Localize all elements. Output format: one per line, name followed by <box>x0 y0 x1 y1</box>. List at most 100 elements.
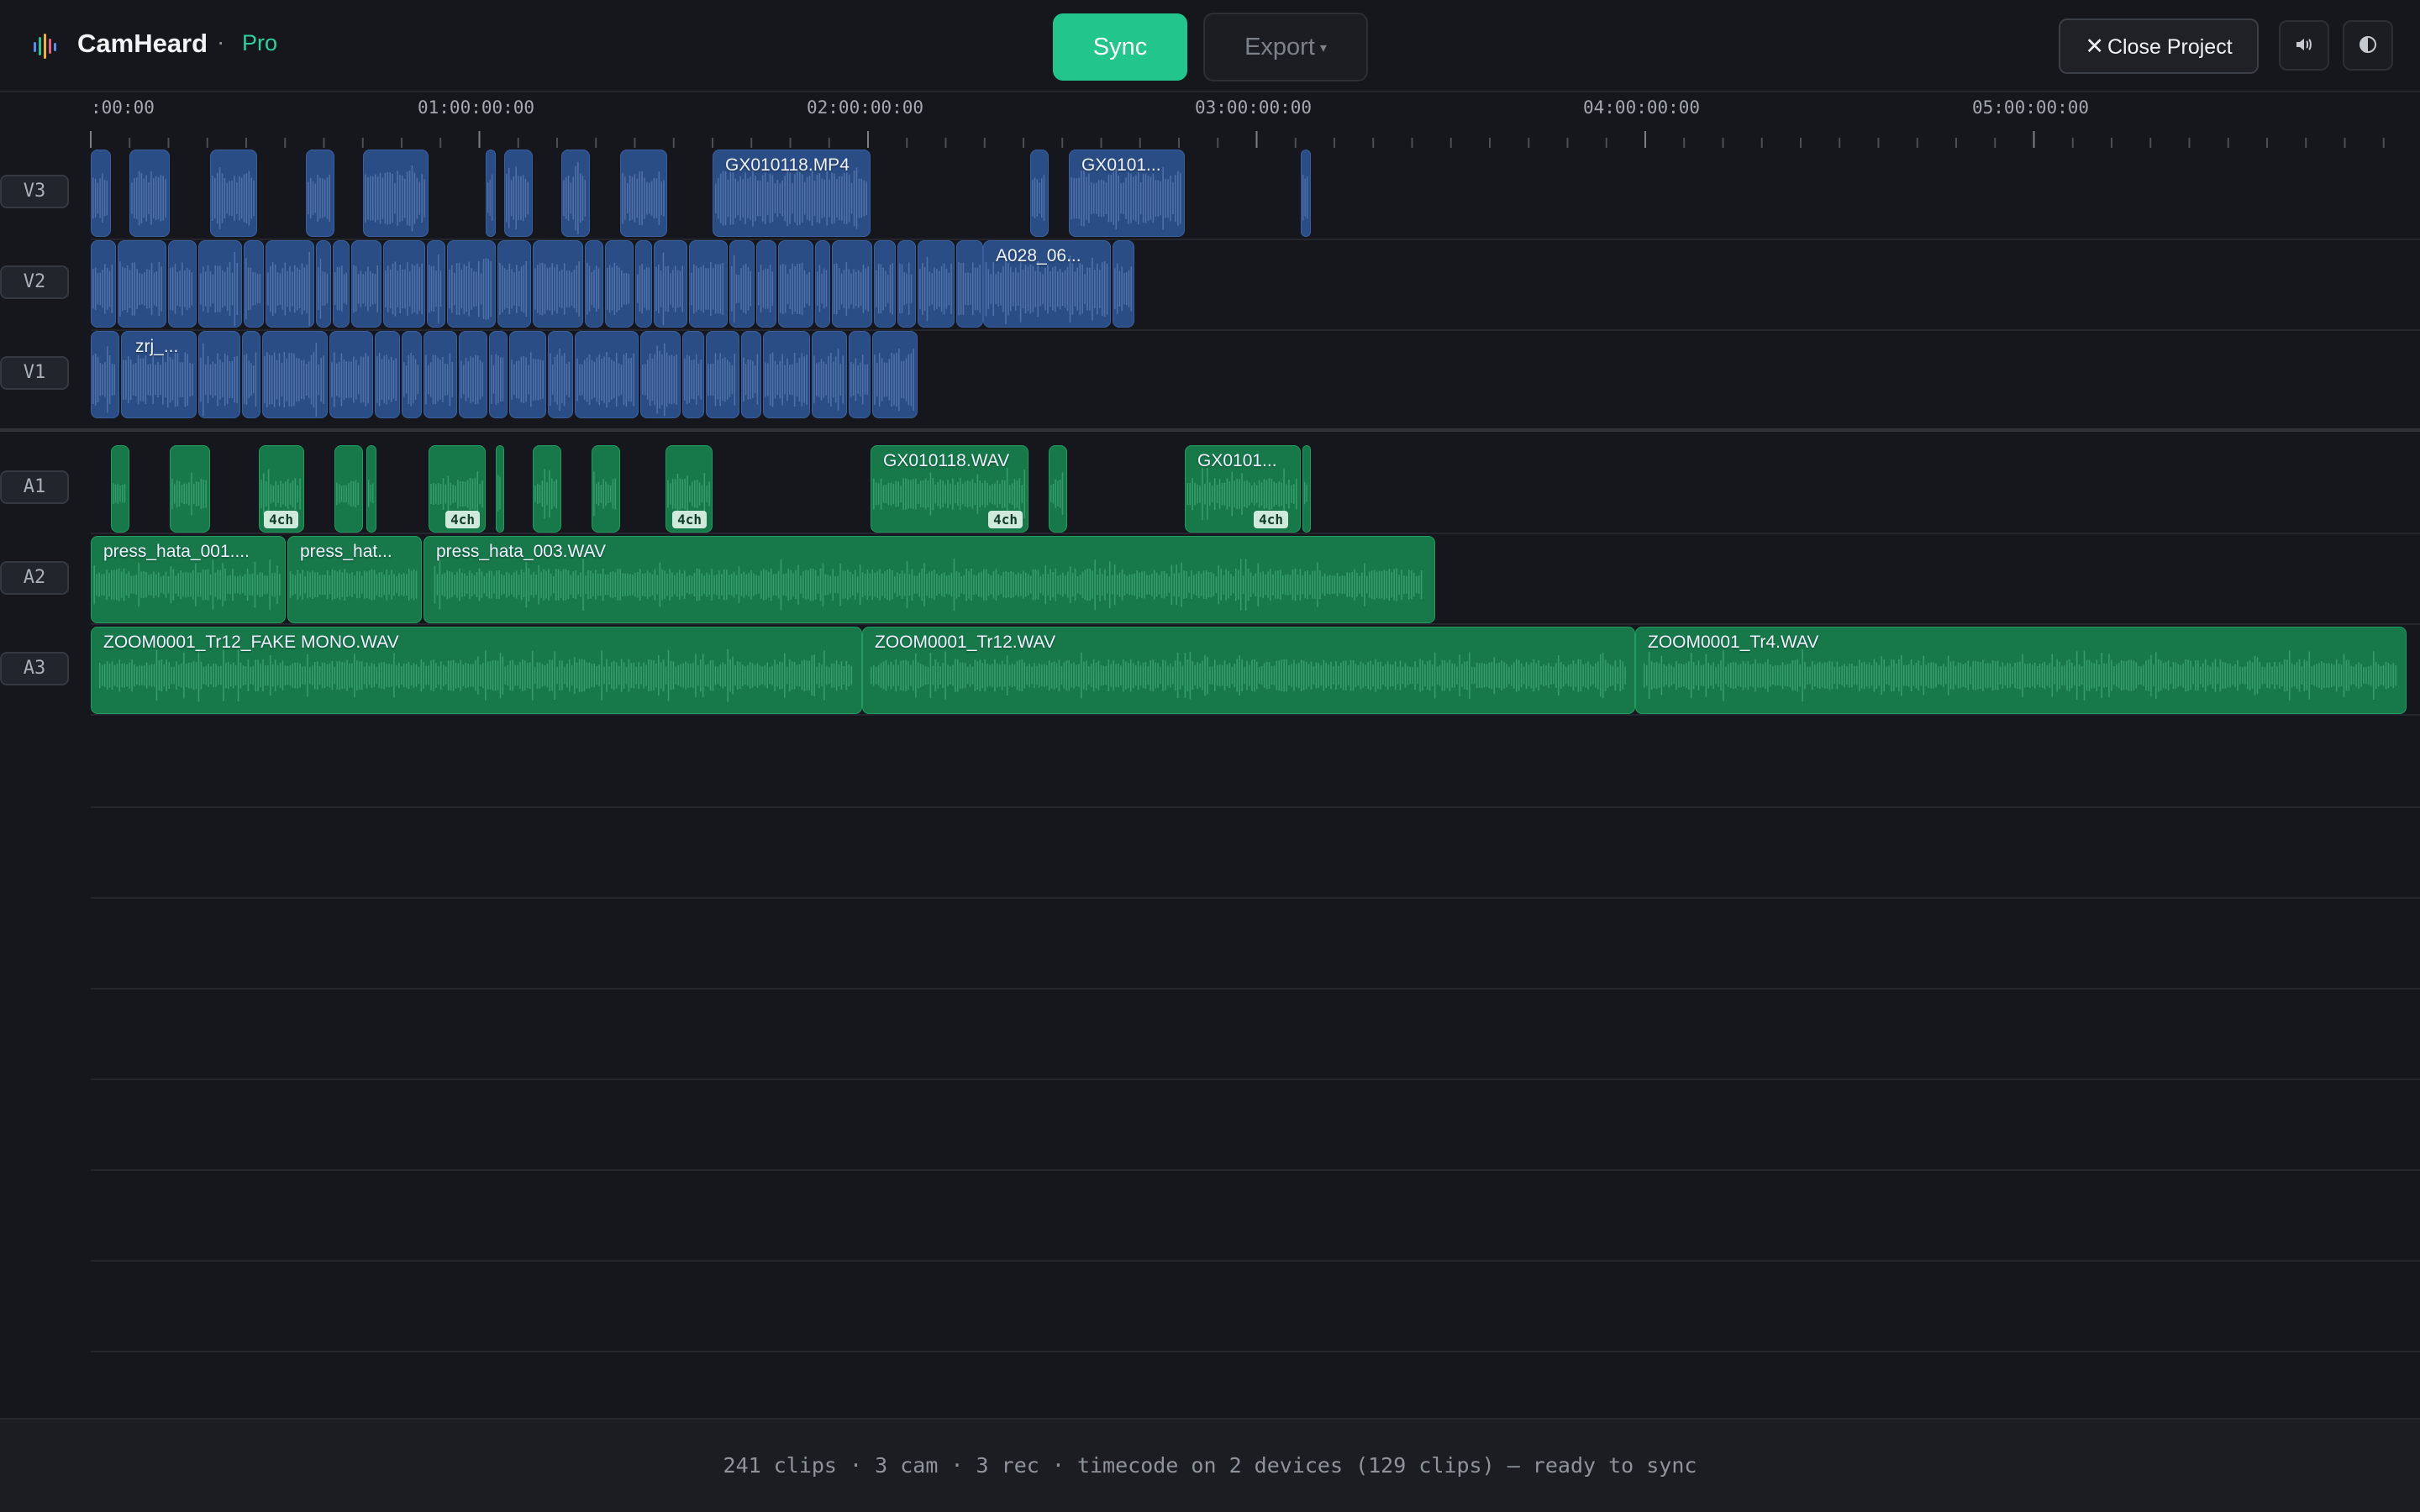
video-clip[interactable] <box>509 331 546 418</box>
audio-clip[interactable]: 4ch <box>429 445 486 533</box>
audio-clip[interactable]: press_hata_003.WAV <box>424 536 1435 623</box>
video-clip[interactable] <box>874 240 896 328</box>
video-clip[interactable] <box>561 150 590 237</box>
audio-clip[interactable] <box>170 445 210 533</box>
video-clip[interactable] <box>1301 150 1311 237</box>
track-label-v1[interactable]: V1 <box>0 356 69 390</box>
video-clip[interactable] <box>654 240 687 328</box>
sync-button[interactable]: Sync <box>1053 13 1187 81</box>
video-clip[interactable] <box>756 240 776 328</box>
audio-clip[interactable]: press_hata_001.... <box>91 536 286 623</box>
video-clip[interactable] <box>872 331 918 418</box>
audio-clip[interactable] <box>366 445 376 533</box>
audio-clip[interactable] <box>533 445 561 533</box>
video-clip[interactable] <box>198 240 242 328</box>
video-clip[interactable] <box>533 240 583 328</box>
audio-clip[interactable]: 4ch <box>259 445 304 533</box>
video-clip[interactable]: GX0101... <box>1069 150 1185 237</box>
audio-clip[interactable]: ZOOM0001_Tr12.WAV <box>862 627 1635 714</box>
video-clip[interactable] <box>118 240 166 328</box>
audio-clip[interactable] <box>111 445 129 533</box>
video-clip[interactable] <box>918 240 955 328</box>
audio-clip[interactable]: press_hat... <box>287 536 422 623</box>
video-clip[interactable] <box>168 240 197 328</box>
video-clip[interactable] <box>210 150 257 237</box>
video-clip[interactable] <box>266 240 314 328</box>
export-button[interactable]: Export ▾ <box>1203 13 1368 81</box>
video-clip[interactable]: GX010118.MP4 <box>713 150 871 237</box>
video-clip[interactable] <box>548 331 573 418</box>
video-clip[interactable] <box>306 150 334 237</box>
video-clip[interactable] <box>897 240 916 328</box>
clip-name: ZOOM0001_Tr4.WAV <box>1648 633 1819 652</box>
track-label-v3[interactable]: V3 <box>0 175 69 208</box>
audio-clip[interactable] <box>1302 445 1311 533</box>
video-clip[interactable] <box>363 150 429 237</box>
video-clip[interactable] <box>242 331 260 418</box>
video-clip[interactable] <box>605 240 634 328</box>
video-clip[interactable] <box>832 240 872 328</box>
video-clip[interactable] <box>620 150 667 237</box>
video-clip[interactable] <box>682 331 704 418</box>
video-clip[interactable] <box>486 150 496 237</box>
video-clip[interactable] <box>956 240 983 328</box>
theme-toggle-button[interactable] <box>2343 20 2393 71</box>
video-clip[interactable] <box>316 240 331 328</box>
video-clip[interactable] <box>244 240 264 328</box>
video-clip[interactable] <box>849 331 871 418</box>
audio-clip[interactable]: ZOOM0001_Tr12_FAKE MONO.WAV <box>91 627 862 714</box>
video-clip[interactable] <box>383 240 425 328</box>
video-clip[interactable] <box>706 331 739 418</box>
volume-button[interactable] <box>2279 20 2329 71</box>
close-project-button[interactable]: ✕ Close Project <box>2059 18 2259 74</box>
channel-badge: 4ch <box>1254 511 1288 528</box>
video-clip[interactable] <box>402 331 422 418</box>
video-clip[interactable] <box>585 240 603 328</box>
track-label-v2[interactable]: V2 <box>0 265 69 299</box>
video-clip[interactable] <box>778 240 813 328</box>
video-clip[interactable] <box>635 240 652 328</box>
video-clip[interactable] <box>812 331 847 418</box>
video-clip[interactable] <box>729 240 755 328</box>
audio-clip[interactable] <box>496 445 504 533</box>
video-clip[interactable]: zrj_... <box>121 331 197 418</box>
audio-clip[interactable]: 4ch <box>666 445 713 533</box>
track-label-a3[interactable]: A3 <box>0 652 69 685</box>
video-clip[interactable] <box>1030 150 1049 237</box>
video-clip[interactable] <box>91 240 116 328</box>
video-clip[interactable] <box>333 240 350 328</box>
video-clip[interactable] <box>689 240 728 328</box>
video-clip[interactable] <box>262 331 328 418</box>
track-label-a1[interactable]: A1 <box>0 470 69 504</box>
audio-clip[interactable]: GX0101... 4ch <box>1185 445 1301 533</box>
video-clip[interactable] <box>815 240 830 328</box>
video-clip[interactable] <box>459 331 487 418</box>
video-clip[interactable] <box>427 240 445 328</box>
video-clip[interactable] <box>640 331 681 418</box>
audio-clip[interactable] <box>592 445 620 533</box>
audio-clip[interactable] <box>1049 445 1067 533</box>
video-clip[interactable] <box>497 240 531 328</box>
video-clip[interactable] <box>329 331 373 418</box>
video-clip[interactable] <box>91 331 119 418</box>
video-clip[interactable] <box>504 150 533 237</box>
audio-clip[interactable]: ZOOM0001_Tr4.WAV <box>1635 627 2407 714</box>
video-clip[interactable] <box>1113 240 1134 328</box>
video-clip[interactable] <box>198 331 240 418</box>
video-clip[interactable] <box>424 331 457 418</box>
video-clip[interactable] <box>351 240 381 328</box>
audio-clip[interactable]: GX010118.WAV 4ch <box>871 445 1028 533</box>
audio-clip[interactable] <box>334 445 363 533</box>
video-clip[interactable] <box>91 150 111 237</box>
video-clip[interactable] <box>447 240 496 328</box>
video-clip[interactable] <box>375 331 400 418</box>
channel-badge: 4ch <box>264 511 298 528</box>
video-clip[interactable] <box>129 150 170 237</box>
video-clip[interactable] <box>489 331 508 418</box>
video-clip[interactable] <box>575 331 639 418</box>
video-clip[interactable] <box>741 331 761 418</box>
video-clip[interactable]: A028_06... <box>983 240 1111 328</box>
video-clip[interactable] <box>763 331 810 418</box>
timecode-ruler[interactable]: :00:00 01:00:00:00 02:00:00:00 03:00:00:… <box>0 92 2420 148</box>
track-label-a2[interactable]: A2 <box>0 561 69 595</box>
